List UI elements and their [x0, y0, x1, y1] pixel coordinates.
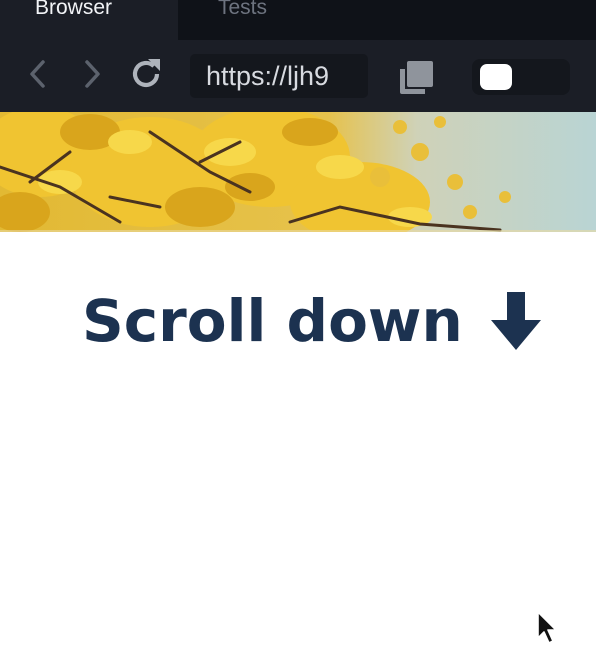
toggle-switch[interactable]	[472, 59, 570, 95]
back-button[interactable]	[18, 54, 58, 94]
toggle-knob	[480, 64, 512, 90]
copy-icon	[400, 61, 433, 94]
url-input[interactable]	[206, 60, 368, 92]
tab-browser-label: Browser	[35, 0, 113, 19]
chevron-left-icon	[30, 60, 45, 88]
tab-tests-label: Tests	[218, 0, 268, 19]
mouse-pointer-icon	[537, 611, 557, 644]
ginkgo-leaves-image	[0, 112, 596, 232]
reload-icon	[132, 59, 160, 88]
hero-image	[0, 112, 596, 232]
reload-button[interactable]	[126, 54, 166, 94]
forward-button[interactable]	[72, 54, 112, 94]
headline-text: Scroll down	[82, 287, 463, 355]
browser-window: Browser Tests https://ljh9 Scroll down	[0, 0, 596, 668]
scroll-down-headline: Scroll down	[82, 286, 543, 356]
arrow-down-icon	[490, 292, 541, 350]
copy-url-button[interactable]	[394, 56, 438, 100]
browser-toolbar	[0, 40, 596, 112]
tab-bar: Browser Tests	[0, 0, 596, 40]
tab-tests[interactable]: Tests	[178, 0, 596, 40]
page-content: Scroll down	[0, 232, 596, 668]
url-field[interactable]	[190, 54, 368, 98]
chevron-right-icon	[85, 60, 100, 88]
tab-browser[interactable]: Browser	[0, 0, 178, 40]
